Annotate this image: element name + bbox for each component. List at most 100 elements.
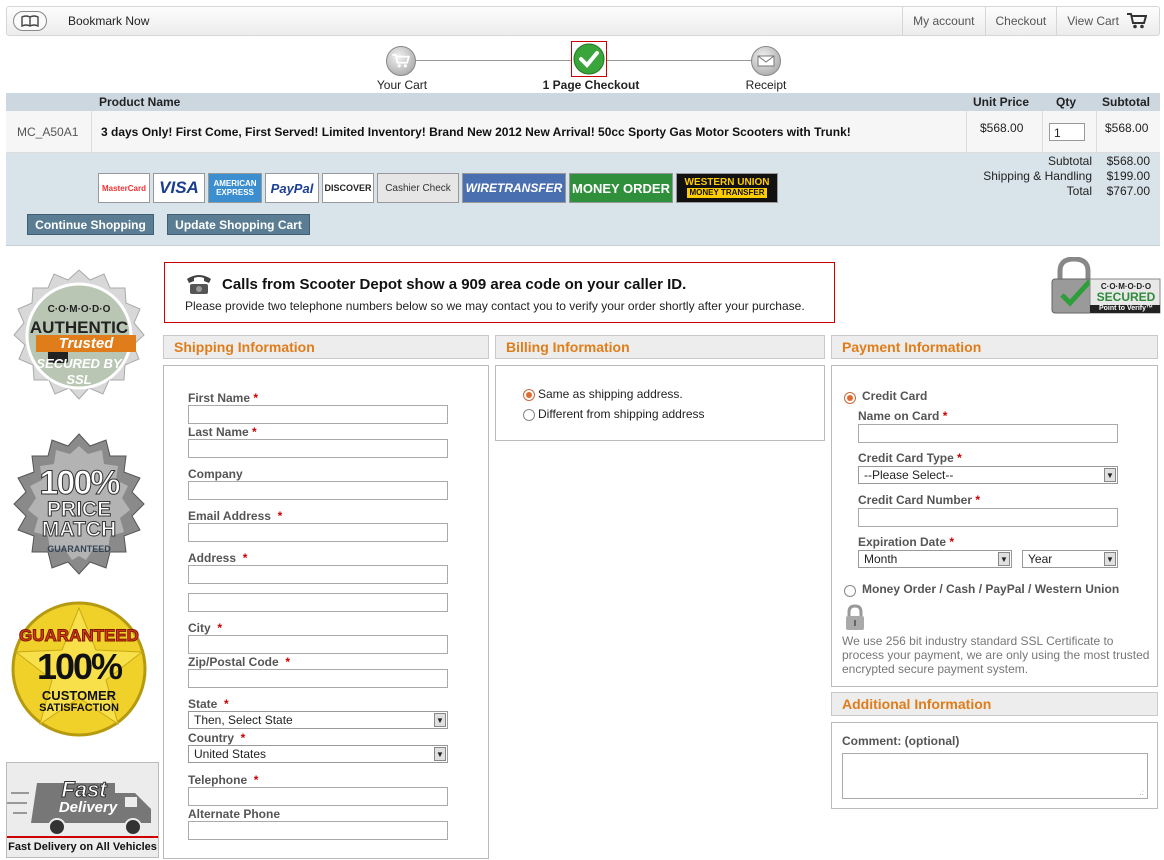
bookmark-label[interactable]: Bookmark Now (68, 14, 149, 28)
resize-handle-icon[interactable]: .: (1140, 788, 1144, 797)
zip-label: Zip/Postal Code * (188, 655, 291, 669)
card-type-select[interactable]: --Please Select-- ▼ (858, 466, 1118, 484)
checkout-label: Checkout (995, 14, 1047, 28)
western-union-logo: WESTERN UNION MONEY TRANSFER (676, 173, 778, 203)
caller-id-notice: Calls from Scooter Depot show a 909 area… (164, 262, 835, 323)
chevron-down-icon: ▼ (434, 713, 446, 727)
cart-step-icon (386, 46, 416, 76)
address-input-2[interactable] (188, 593, 448, 612)
step-connector (606, 60, 752, 61)
money-order-label[interactable]: Money Order / Cash / PayPal / Western Un… (862, 582, 1119, 596)
city-input[interactable] (188, 635, 448, 654)
update-cart-button[interactable]: Update Shopping Cart (167, 214, 310, 235)
subtotal-row: Subtotal $568.00 (1047, 153, 1150, 168)
chevron-down-icon: ▼ (1104, 552, 1116, 566)
checkout-link[interactable]: Checkout (984, 7, 1057, 35)
satisfaction-badge: GUARANTEED 100% CUSTOMER SATISFACTION (6, 598, 152, 740)
header-qty: Qty (1056, 95, 1077, 109)
top-bar: Bookmark Now My account Checkout View Ca… (6, 6, 1160, 36)
my-account-link[interactable]: My account (902, 7, 984, 35)
first-name-label: First Name * (188, 391, 259, 405)
row-subtotal: $568.00 (1096, 111, 1148, 152)
checkout-step-icon (571, 41, 607, 77)
amex-logo: AMERICAN EXPRESS (208, 173, 262, 203)
address-input-1[interactable] (188, 565, 448, 584)
discover-logo: DISCOVER (322, 173, 374, 203)
header-subtotal: Subtotal (1102, 95, 1150, 109)
name-on-card-input[interactable] (858, 424, 1118, 443)
header-unit-price: Unit Price (973, 95, 1030, 109)
step-checkout: 1 Page Checkout (542, 78, 640, 92)
comodo-secured-seal[interactable]: C·O·M·O·D·O SECURED Point to Verify™ (1050, 256, 1162, 315)
step-connector (416, 60, 572, 61)
price-match-badge: 100% PRICE MATCH GUARANTEED (6, 432, 152, 578)
comment-label: Comment: (optional) (842, 734, 960, 748)
chevron-down-icon: ▼ (1104, 468, 1116, 482)
telephone-icon (187, 275, 211, 294)
wiretransfer-logo: WIRETRANSFER (462, 173, 566, 203)
header-product: Product Name (99, 95, 181, 109)
zip-input[interactable] (188, 669, 448, 688)
ssl-note: We use 256 bit industry standard SSL Cer… (842, 634, 1150, 676)
money-order-radio[interactable] (844, 585, 856, 597)
chevron-down-icon: ▼ (434, 747, 446, 761)
lock-icon (846, 604, 864, 630)
name-on-card-label: Name on Card * (858, 409, 948, 423)
same-address-radio[interactable] (523, 389, 535, 401)
cart-row: MC_A50A1 3 days Only! First Come, First … (6, 111, 1160, 153)
comment-textarea[interactable]: .: (842, 753, 1148, 799)
credit-card-label[interactable]: Credit Card (862, 389, 927, 403)
additional-panel: Comment: (optional) .: (831, 722, 1158, 809)
first-name-input[interactable] (188, 405, 448, 424)
sku: MC_A50A1 (17, 124, 79, 139)
view-cart-label: View Cart (1067, 14, 1119, 28)
exp-month-select[interactable]: Month ▼ (858, 550, 1012, 568)
credit-card-radio[interactable] (844, 392, 856, 404)
shipping-panel: First Name * Last Name * Company Email A… (163, 365, 489, 859)
total-row: Total $767.00 (1066, 183, 1150, 198)
state-select[interactable]: Then, Select State ▼ (188, 711, 448, 729)
last-name-input[interactable] (188, 439, 448, 458)
card-number-input[interactable] (858, 508, 1118, 527)
book-icon (21, 15, 39, 27)
product-name: 3 days Only! First Come, First Served! L… (91, 111, 851, 152)
qty-input[interactable]: 1 (1049, 122, 1085, 141)
city-label: City * (188, 621, 223, 635)
cart-icon (1127, 13, 1147, 29)
mastercard-logo: MasterCard (98, 173, 150, 203)
money-order-logo: MONEY ORDER (569, 173, 673, 203)
cart-footer: MasterCard VISA AMERICAN EXPRESS PayPal … (6, 153, 1160, 246)
unit-price: $568.00 (966, 111, 1023, 152)
company-input[interactable] (188, 481, 448, 500)
email-label: Email Address * (188, 509, 283, 523)
cart-totals: Subtotal $568.00 Shipping & Handling $199.… (952, 153, 1150, 198)
step-your-cart: Your Cart (376, 78, 428, 92)
notice-title: Calls from Scooter Depot show a 909 area… (222, 276, 687, 293)
bookmark-button[interactable] (13, 11, 47, 31)
exp-year-select[interactable]: Year ▼ (1022, 550, 1118, 568)
address-label: Address * (188, 551, 248, 565)
country-label: Country * (188, 731, 246, 745)
shipping-header: Shipping Information (163, 335, 489, 359)
same-address-label[interactable]: Same as shipping address. (538, 387, 683, 401)
company-label: Company (188, 467, 243, 481)
continue-shopping-button[interactable]: Continue Shopping (27, 214, 154, 235)
card-type-label: Credit Card Type * (858, 451, 962, 465)
payment-header: Payment Information (831, 335, 1158, 359)
telephone-input[interactable] (188, 787, 448, 806)
step-receipt: Receipt (745, 78, 787, 92)
different-address-label[interactable]: Different from shipping address (538, 407, 705, 421)
alt-phone-input[interactable] (188, 821, 448, 840)
country-select[interactable]: United States ▼ (188, 745, 448, 763)
billing-header: Billing Information (495, 335, 825, 359)
receipt-step-icon (751, 46, 781, 76)
billing-panel: Same as shipping address. Different from… (495, 365, 825, 441)
card-number-label: Credit Card Number * (858, 493, 981, 507)
view-cart-link[interactable]: View Cart (1056, 7, 1159, 35)
cart-header: Product Name Unit Price Qty Subtotal (6, 93, 1160, 111)
alt-phone-label: Alternate Phone (188, 807, 281, 821)
shipping-row: Shipping & Handling $199.00 (983, 168, 1150, 183)
different-address-radio[interactable] (523, 409, 535, 421)
notice-text: Please provide two telephone numbers bel… (185, 299, 805, 313)
email-input[interactable] (188, 523, 448, 542)
